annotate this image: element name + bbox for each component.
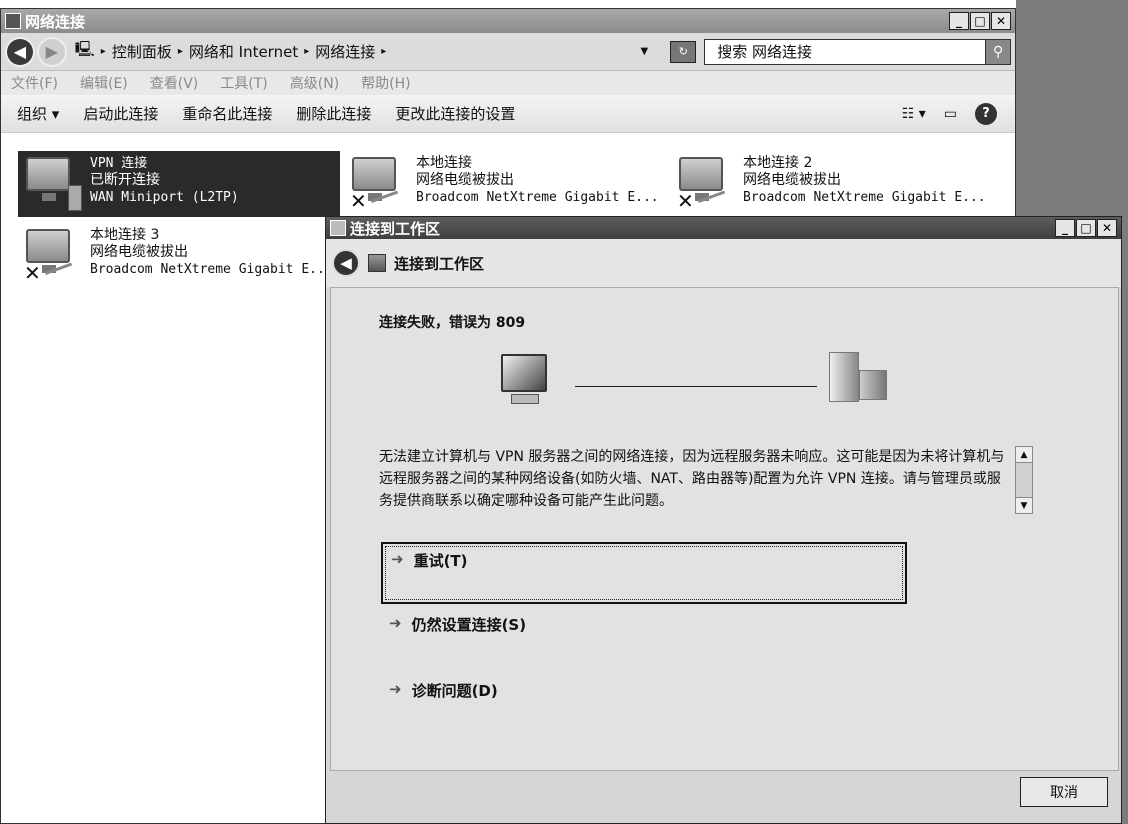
connection-name: VPN 连接 xyxy=(90,156,148,171)
breadcrumb-network-internet[interactable]: 网络和 Internet xyxy=(189,41,298,62)
menu-edit[interactable]: 编辑(E) xyxy=(80,73,128,93)
help-icon[interactable]: ? xyxy=(975,102,997,125)
computer-icon: 🖳 xyxy=(74,40,95,58)
setup-anyway-label: 仍然设置连接(S) xyxy=(411,616,527,634)
workplace-icon xyxy=(330,220,346,236)
minimize-button[interactable]: _ xyxy=(949,12,969,30)
connection-device: WAN Miniport (L2TP) xyxy=(90,190,239,205)
connection-status: 已断开连接 xyxy=(90,172,160,188)
connection-status: 网络电缆被拔出 xyxy=(90,244,188,260)
maximize-button[interactable]: □ xyxy=(970,12,990,30)
connection-name: 本地连接 xyxy=(416,155,472,171)
change-settings-button[interactable]: 更改此连接的设置 xyxy=(395,103,515,124)
menu-view[interactable]: 查看(V) xyxy=(150,73,199,93)
arrow-right-icon: ➜ xyxy=(389,680,402,698)
connection-status: 网络电缆被拔出 xyxy=(416,172,514,188)
back-button[interactable]: ◀ xyxy=(332,249,360,277)
search-placeholder: 搜索 网络连接 xyxy=(717,43,813,61)
refresh-button[interactable]: ↻ xyxy=(670,40,697,63)
chevron-icon: ▸ xyxy=(177,46,183,57)
dialog-title: 连接到工作区 xyxy=(350,219,441,238)
scroll-up-icon[interactable]: ▲ xyxy=(1016,447,1032,463)
diagnose-label: 诊断问题(D) xyxy=(411,682,498,700)
connection-item-vpn[interactable]: VPN 连接 已断开连接 WAN Miniport (L2TP) xyxy=(18,151,340,217)
maximize-button[interactable]: □ xyxy=(1076,219,1096,237)
view-options-icon[interactable]: ☷ ▾ xyxy=(902,106,926,122)
back-button[interactable]: ◀ xyxy=(5,36,35,67)
connection-item-local[interactable]: ✕ 本地连接 网络电缆被拔出 Broadcom NetXtreme Gigabi… xyxy=(344,151,666,217)
menu-tools[interactable]: 工具(T) xyxy=(220,73,267,93)
connection-item-local-3[interactable]: ✕ 本地连接 3 网络电缆被拔出 Broadcom NetXtreme Giga… xyxy=(18,223,340,289)
network-disconnected-icon: ✕ xyxy=(22,227,84,285)
search-icon[interactable]: ⚲ xyxy=(985,38,1012,65)
connection-status: 网络电缆被拔出 xyxy=(743,172,841,188)
close-button[interactable]: ✕ xyxy=(991,12,1011,30)
connection-name: 本地连接 2 xyxy=(743,155,813,171)
preview-pane-icon[interactable]: ▭ xyxy=(944,106,957,122)
chevron-icon: ▸ xyxy=(304,46,310,57)
address-bar: ◀ ▶ 🖳 ▸ 控制面板 ▸ 网络和 Internet ▸ 网络连接 ▸ ▼ ↻… xyxy=(1,33,1015,71)
start-connection-button[interactable]: 启动此连接 xyxy=(83,103,158,124)
connection-device: Broadcom NetXtreme Gigabit E... xyxy=(416,190,659,205)
cancel-button[interactable]: 取消 xyxy=(1020,777,1108,807)
network-disconnected-icon: ✕ xyxy=(348,155,410,213)
window-titlebar[interactable]: 网络连接 _ □ ✕ xyxy=(1,9,1015,33)
arrow-right-icon: ➜ xyxy=(389,614,402,632)
chevron-icon: ▸ xyxy=(100,46,106,57)
dialog-header-title: 连接到工作区 xyxy=(394,254,485,273)
connection-name: 本地连接 3 xyxy=(90,227,160,243)
menu-file[interactable]: 文件(F) xyxy=(11,73,58,93)
menu-bar: 文件(F) 编辑(E) 查看(V) 工具(T) 高级(N) 帮助(H) xyxy=(1,71,1015,95)
chevron-icon: ▸ xyxy=(381,46,387,57)
connection-item-local-2[interactable]: ✕ 本地连接 2 网络电缆被拔出 Broadcom NetXtreme Giga… xyxy=(671,151,1001,217)
address-dropdown-icon[interactable]: ▼ xyxy=(640,46,664,57)
search-input[interactable]: 搜索 网络连接 xyxy=(704,38,988,65)
message-scrollbar[interactable]: ▲ ▼ xyxy=(1015,446,1033,514)
menu-help[interactable]: 帮助(H) xyxy=(361,73,410,93)
connection-device: Broadcom NetXtreme Gigabit E... xyxy=(90,262,333,277)
delete-connection-button[interactable]: 删除此连接 xyxy=(296,103,371,124)
organize-button[interactable]: 组织 ▾ xyxy=(17,103,59,124)
workplace-icon xyxy=(368,254,386,272)
server-icon xyxy=(829,352,893,404)
dialog-content: 连接失败，错误为 809 无法建立计算机与 VPN 服务器之间的网络连接，因为远… xyxy=(330,287,1119,771)
breadcrumb-control-panel[interactable]: 控制面板 xyxy=(112,41,172,62)
minimize-button[interactable]: _ xyxy=(1055,219,1075,237)
dialog-header: ◀ 连接到工作区 xyxy=(326,239,1121,287)
connection-device: Broadcom NetXtreme Gigabit E... xyxy=(743,190,986,205)
error-title: 连接失败，错误为 809 xyxy=(379,315,526,331)
breadcrumb-network-connections[interactable]: 网络连接 xyxy=(315,41,375,62)
error-message: 无法建立计算机与 VPN 服务器之间的网络连接，因为远程服务器未响应。这可能是因… xyxy=(379,449,1005,509)
retry-button[interactable]: ➜ 重试(T) xyxy=(381,542,907,604)
rename-connection-button[interactable]: 重命名此连接 xyxy=(182,103,272,124)
window-title: 网络连接 xyxy=(25,12,86,31)
computer-icon xyxy=(495,354,553,406)
arrow-right-icon: ➜ xyxy=(391,550,404,568)
menu-advanced[interactable]: 高级(N) xyxy=(290,73,339,93)
diagnose-button[interactable]: ➜ 诊断问题(D) xyxy=(381,674,907,736)
command-bar: 组织 ▾ 启动此连接 重命名此连接 删除此连接 更改此连接的设置 ☷ ▾ ▭ ? xyxy=(1,95,1015,133)
network-computer-icon xyxy=(22,155,84,213)
connection-line xyxy=(575,386,817,387)
scroll-down-icon[interactable]: ▼ xyxy=(1016,497,1032,513)
forward-button[interactable]: ▶ xyxy=(36,36,67,67)
setup-anyway-button[interactable]: ➜ 仍然设置连接(S) xyxy=(381,608,907,670)
network-disconnected-icon: ✕ xyxy=(675,155,737,213)
close-button[interactable]: ✕ xyxy=(1097,219,1117,237)
dialog-titlebar[interactable]: 连接到工作区 _ □ ✕ xyxy=(326,217,1121,239)
breadcrumb[interactable]: 🖳 ▸ 控制面板 ▸ 网络和 Internet ▸ 网络连接 ▸ xyxy=(75,39,633,65)
network-folder-icon xyxy=(5,13,21,29)
connect-to-workplace-dialog: 连接到工作区 _ □ ✕ ◀ 连接到工作区 连接失败，错误为 809 无法建立计… xyxy=(325,216,1122,824)
retry-label: 重试(T) xyxy=(413,552,468,570)
